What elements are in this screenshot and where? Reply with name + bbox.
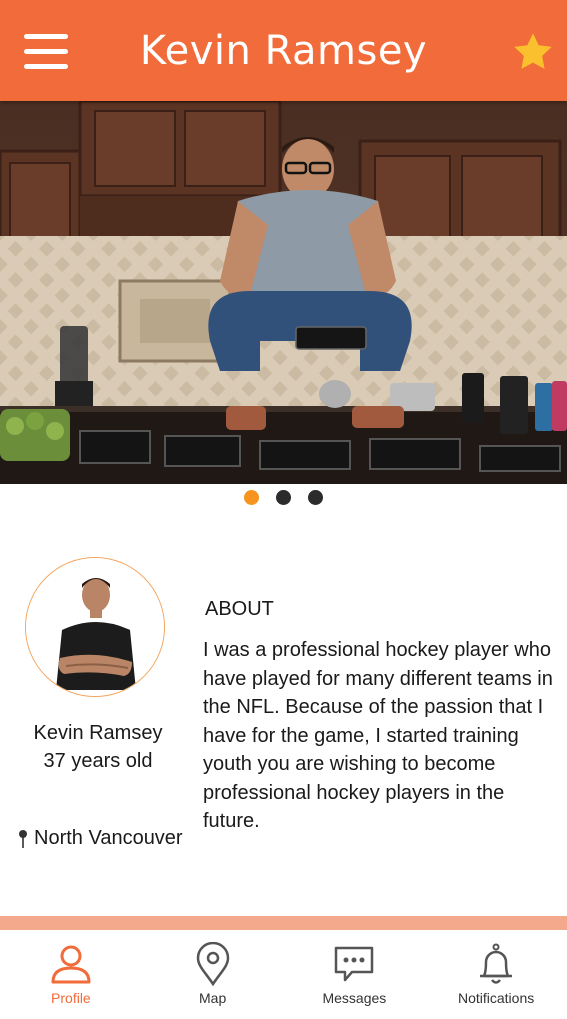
- star-icon: [514, 33, 552, 69]
- location-pin-icon: [19, 829, 27, 848]
- tab-notifications[interactable]: Notifications: [425, 930, 567, 1019]
- carousel-dot-3[interactable]: [308, 490, 323, 505]
- tab-map-label: Map: [199, 990, 227, 1006]
- avatar-photo: [26, 558, 164, 696]
- tab-profile[interactable]: Profile: [0, 930, 142, 1019]
- map-pin-icon: [196, 942, 229, 986]
- location-label: North Vancouver: [34, 827, 183, 849]
- profile-age: 37 years old: [43, 750, 153, 772]
- tab-messages[interactable]: Messages: [284, 930, 426, 1019]
- menu-button[interactable]: [24, 34, 70, 72]
- tab-profile-label: Profile: [51, 990, 91, 1006]
- hero-photo: [0, 101, 567, 484]
- tab-messages-label: Messages: [322, 990, 387, 1006]
- chat-bubble-icon: [335, 946, 374, 982]
- avatar: [25, 557, 165, 697]
- carousel-dot-1[interactable]: [244, 490, 259, 505]
- page-title: Kevin Ramsey: [139, 27, 428, 74]
- about-text: I was a professional hockey player who h…: [203, 639, 553, 832]
- tab-map[interactable]: Map: [142, 930, 284, 1019]
- tab-notifications-label: Notifications: [457, 990, 535, 1006]
- about-heading: ABOUT: [205, 598, 274, 620]
- favorite-button[interactable]: [511, 30, 555, 74]
- bottom-tab-bar: Profile Map Messages Notifications: [0, 930, 567, 1019]
- carousel-indicators: [0, 490, 567, 505]
- hamburger-menu-icon: [24, 34, 70, 69]
- person-icon: [51, 945, 91, 984]
- profile-name: Kevin Ramsey: [33, 722, 163, 744]
- bell-icon: [480, 943, 513, 984]
- profile-location: North Vancouver: [18, 827, 183, 850]
- carousel-dot-2[interactable]: [276, 490, 291, 505]
- tabbar-divider: [0, 916, 567, 930]
- profile-photo-gallery[interactable]: [0, 101, 567, 484]
- app-header: Kevin Ramsey: [0, 0, 567, 101]
